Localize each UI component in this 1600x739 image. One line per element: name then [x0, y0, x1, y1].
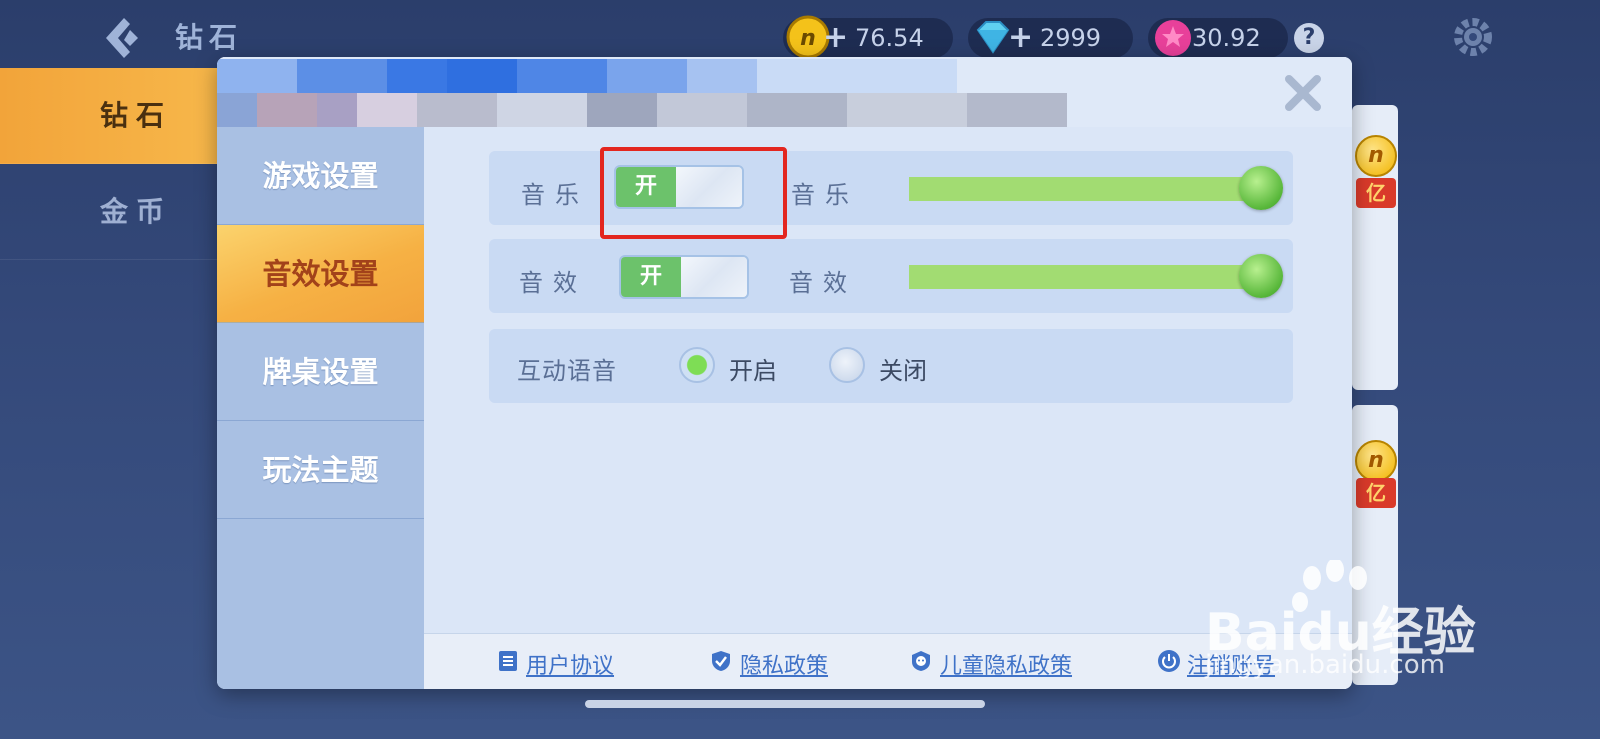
coin-icon: n	[1355, 440, 1397, 482]
category-nav: 钻石 金币	[0, 68, 230, 260]
gear-icon[interactable]	[1450, 14, 1496, 60]
add-coin-icon[interactable]: +	[823, 18, 848, 58]
back-icon[interactable]	[100, 14, 148, 62]
gem-balance[interactable]: 30.92万 ?	[1148, 18, 1324, 92]
settings-tabs: 游戏设置 音效设置 牌桌设置 玩法主题	[217, 127, 424, 689]
toggle-on-label: 开	[621, 257, 681, 297]
voice-off-label[interactable]: 关闭	[879, 351, 927, 386]
page-title: 钻石	[175, 21, 244, 54]
pixelated-region	[217, 59, 957, 93]
coin-balance[interactable]: n + 76.54万	[783, 15, 953, 92]
sound-effects-row: 音效 开 音效	[489, 239, 1293, 313]
gem-icon	[1155, 20, 1191, 56]
interactive-voice-label: 互动语音	[517, 357, 617, 385]
coin-icon: n	[1355, 135, 1397, 177]
sound-effects-volume-handle[interactable]	[1239, 254, 1283, 298]
tab-sound-settings[interactable]: 音效设置	[217, 225, 424, 323]
user-agreement-link[interactable]: 用户协议	[526, 648, 614, 680]
watermark-url: jingyan.baidu.com	[1205, 650, 1445, 680]
sound-effects-label: 音效	[519, 269, 587, 297]
close-icon[interactable]	[1283, 73, 1323, 113]
shield-check-icon	[712, 651, 730, 671]
ribbon-badge: 亿	[1356, 178, 1396, 208]
child-privacy-policy-link[interactable]: 儿童隐私政策	[940, 648, 1072, 680]
tab-table-settings[interactable]: 牌桌设置	[217, 323, 424, 421]
home-indicator[interactable]	[585, 700, 985, 708]
music-volume-handle[interactable]	[1239, 166, 1283, 210]
music-label: 音乐	[521, 181, 589, 209]
power-icon	[1158, 650, 1180, 672]
music-volume-label: 音乐	[791, 181, 859, 209]
pixelated-region	[217, 93, 1067, 127]
child-shield-icon	[912, 651, 930, 671]
nav-item-diamond[interactable]: 钻石	[0, 68, 230, 164]
interactive-voice-row: 互动语音 开启 关闭	[489, 329, 1293, 403]
nav-item-gold[interactable]: 金币	[0, 164, 230, 260]
dialog-header	[217, 57, 1352, 127]
voice-off-radio[interactable]	[829, 347, 865, 383]
highlight-annotation	[600, 147, 787, 239]
voice-on-radio[interactable]	[679, 347, 715, 383]
toggle-knob	[681, 257, 747, 297]
ribbon-badge: 亿	[1356, 478, 1396, 508]
privacy-policy-link[interactable]: 隐私政策	[740, 648, 828, 680]
music-volume-slider[interactable]	[909, 177, 1261, 201]
tab-game-settings[interactable]: 游戏设置	[217, 127, 424, 225]
svg-text:n: n	[800, 26, 816, 51]
sound-effects-volume-label: 音效	[789, 269, 857, 297]
document-icon	[499, 651, 517, 671]
sound-effects-volume-slider[interactable]	[909, 265, 1261, 289]
diamond-value: 2999	[1040, 24, 1102, 52]
diamond-balance[interactable]: + 2999	[968, 18, 1133, 58]
add-diamond-icon[interactable]: +	[1008, 18, 1033, 58]
tab-gameplay-theme[interactable]: 玩法主题	[217, 421, 424, 519]
voice-on-label[interactable]: 开启	[729, 351, 777, 386]
sound-effects-toggle[interactable]: 开	[619, 255, 749, 299]
help-icon[interactable]: ?	[1294, 23, 1324, 53]
